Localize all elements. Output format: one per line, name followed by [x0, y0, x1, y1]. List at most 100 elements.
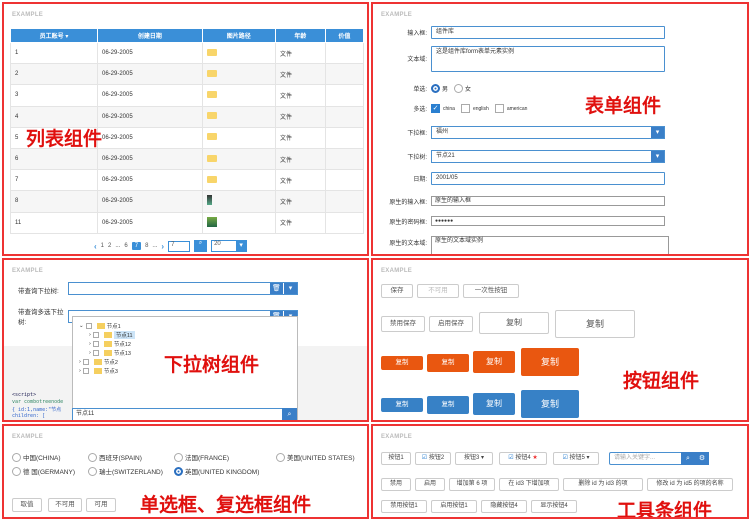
table-row[interactable]: 8 06-29-2005 文件 — [10, 190, 365, 213]
tree-node-selected[interactable]: › 节点11 — [89, 331, 135, 339]
column-header-date[interactable]: 创建日期 — [97, 28, 203, 43]
page-1[interactable]: 1 — [101, 243, 104, 249]
checkbox-english[interactable] — [460, 104, 470, 113]
toolbar-action-button[interactable]: 启用按钮1 — [431, 500, 477, 513]
chevron-down-icon[interactable]: ▾ — [651, 127, 664, 138]
radio-circle[interactable] — [174, 466, 183, 476]
radio-circle[interactable] — [12, 466, 21, 476]
column-header-account[interactable]: 员工账号 ▾ — [10, 28, 98, 43]
copy-button-orange-md[interactable]: 复制 — [427, 354, 469, 372]
radio-male[interactable] — [431, 84, 440, 93]
copy-button-lg[interactable]: 复制 — [555, 310, 635, 338]
toolbar-action-button[interactable]: 显示按钮4 — [531, 500, 577, 513]
radio-circle[interactable] — [12, 452, 21, 462]
table-row[interactable]: 11 06-29-2005 文件 — [10, 211, 365, 234]
page-7-current[interactable]: 7 — [131, 242, 142, 250]
copy-button-blue-sm[interactable]: 复制 — [381, 398, 423, 412]
native-input[interactable]: 原生的输入框 — [431, 196, 665, 206]
gear-icon[interactable]: ⚙ — [695, 452, 709, 465]
toolbar-button-3[interactable]: 按钮3 ▾ — [455, 452, 493, 465]
date-input[interactable]: 2001/05 — [431, 172, 665, 185]
enable-save-button[interactable]: 启用保存 — [429, 316, 473, 332]
radio-option[interactable]: 美国(UNITED STATES) — [276, 452, 355, 462]
disable-save-button[interactable]: 禁用保存 — [381, 316, 425, 332]
radio-option[interactable]: 英国(UNITED KINGDOM) — [174, 466, 259, 476]
tree-node[interactable]: › 节点3 — [79, 367, 118, 375]
radio-option[interactable]: 法国(FRANCE) — [174, 452, 229, 462]
tree-node[interactable]: › 节点12 — [89, 340, 131, 348]
copy-button-blue-md[interactable]: 复制 — [427, 396, 469, 414]
get-value-button[interactable]: 取值 — [12, 498, 42, 512]
page-size-select[interactable]: 20 — [211, 240, 248, 252]
toolbar-search-input[interactable]: 请输入关键字... — [609, 452, 683, 465]
toolbar-button-4[interactable]: ☑ 按钮4 ★ — [499, 452, 547, 465]
once-button[interactable]: 一次性按钮 — [463, 284, 519, 298]
chevron-down-icon[interactable]: ▾ — [651, 151, 664, 162]
toolbar-action-button[interactable]: 删除 id 为 id3 的项 — [563, 478, 643, 491]
textarea[interactable]: 这是组件库form表单元素实例 — [431, 46, 665, 72]
city-select[interactable]: 福州 ▾ — [431, 126, 665, 139]
enable-button[interactable]: 可用 — [86, 498, 116, 512]
column-header-image[interactable]: 图片路径 — [201, 28, 276, 43]
table-row[interactable]: 6 06-29-2005 文件 — [10, 147, 365, 171]
table-row[interactable]: 1 06-29-2005 文件 — [10, 41, 365, 65]
radio-option[interactable]: 瑞士(SWITZERLAND) — [88, 466, 163, 476]
disable-button[interactable]: 不可用 — [48, 498, 82, 512]
native-textarea[interactable]: 原生的文本域实例 — [431, 236, 669, 254]
copy-button-blue-xl[interactable]: 复制 — [521, 390, 579, 418]
copy-button-orange-sm[interactable]: 复制 — [381, 356, 423, 370]
radio-circle[interactable] — [276, 452, 285, 462]
checkbox-american[interactable] — [494, 104, 504, 113]
search-icon[interactable]: ⌕ — [194, 240, 208, 252]
radio-option[interactable]: 西班牙(SPAIN) — [88, 452, 142, 462]
toolbar-action-button[interactable]: 禁用按钮1 — [381, 500, 427, 513]
tree-search-input[interactable]: 节点11 — [72, 408, 284, 420]
toolbar-action-button[interactable]: 禁用 — [381, 478, 411, 491]
tree-node[interactable]: › 节点13 — [89, 349, 131, 357]
toolbar-action-button[interactable]: 隐藏按钮4 — [481, 500, 527, 513]
radio-option[interactable]: 德 国(GERMANY) — [12, 466, 75, 476]
radio-option[interactable]: 中国(CHINA) — [12, 452, 61, 462]
radio-circle[interactable] — [88, 452, 97, 462]
toolbar-button-1[interactable]: 按钮1 — [381, 452, 411, 465]
prev-page-button[interactable]: ‹ — [94, 242, 97, 251]
native-password-input[interactable]: ●●●●●● — [431, 216, 665, 226]
copy-button-md[interactable]: 复制 — [479, 312, 549, 334]
checkbox-china[interactable]: ✓ — [431, 104, 440, 113]
page-6[interactable]: 6 — [124, 243, 127, 249]
column-header-age[interactable]: 年龄 — [274, 28, 326, 43]
save-button[interactable]: 保存 — [381, 284, 413, 298]
tree-select[interactable]: 节点21 ▾ — [431, 150, 665, 163]
text-input[interactable]: 组件库 — [431, 26, 665, 39]
page-8[interactable]: 8 — [145, 243, 148, 249]
copy-button-orange-xl[interactable]: 复制 — [521, 348, 579, 376]
cell-date: 06-29-2005 — [97, 190, 203, 213]
chevron-down-icon[interactable]: ▾ — [284, 283, 297, 294]
tree-node[interactable]: › 节点2 — [79, 358, 118, 366]
toolbar-action-button[interactable]: 启用 — [415, 478, 445, 491]
page-2[interactable]: 2 — [108, 243, 111, 249]
radio-female[interactable] — [454, 84, 464, 93]
toolbar-button-2[interactable]: ☑ 按钮2 — [415, 452, 451, 465]
radio-circle[interactable] — [174, 452, 183, 462]
tree-dropdown-1[interactable] — [68, 282, 298, 295]
copy-button-orange-lg[interactable]: 复制 — [473, 351, 515, 373]
trash-icon[interactable]: 🗑 — [270, 283, 283, 294]
next-page-button[interactable]: › — [161, 242, 164, 251]
radio-circle[interactable] — [88, 466, 97, 476]
table-row[interactable]: 7 06-29-2005 文件 — [10, 169, 365, 192]
disabled-button[interactable]: 不可用 — [417, 284, 459, 298]
copy-button-blue-lg[interactable]: 复制 — [473, 393, 515, 415]
toolbar-button-5[interactable]: ☑ 按钮5 ▾ — [553, 452, 599, 465]
toolbar-action-button[interactable]: 增加第 6 项 — [449, 478, 495, 491]
column-header-value[interactable]: 价值 — [324, 28, 365, 43]
table-row[interactable]: 3 06-29-2005 文件 — [10, 84, 365, 107]
table-row[interactable]: 2 06-29-2005 文件 — [10, 63, 365, 86]
search-icon[interactable]: ⌕ — [282, 408, 297, 420]
toolbar-action-button[interactable]: 修改 id 为 id5 的项的名称 — [647, 478, 733, 491]
search-icon[interactable]: ⌕ — [681, 452, 695, 465]
goto-page-input[interactable]: 7 — [168, 240, 191, 252]
tree-node[interactable]: ⌄ 节点1 — [79, 322, 121, 330]
chevron-down-icon[interactable]: ⌄ — [79, 323, 84, 329]
toolbar-action-button[interactable]: 在 id3 下增加项 — [499, 478, 559, 491]
